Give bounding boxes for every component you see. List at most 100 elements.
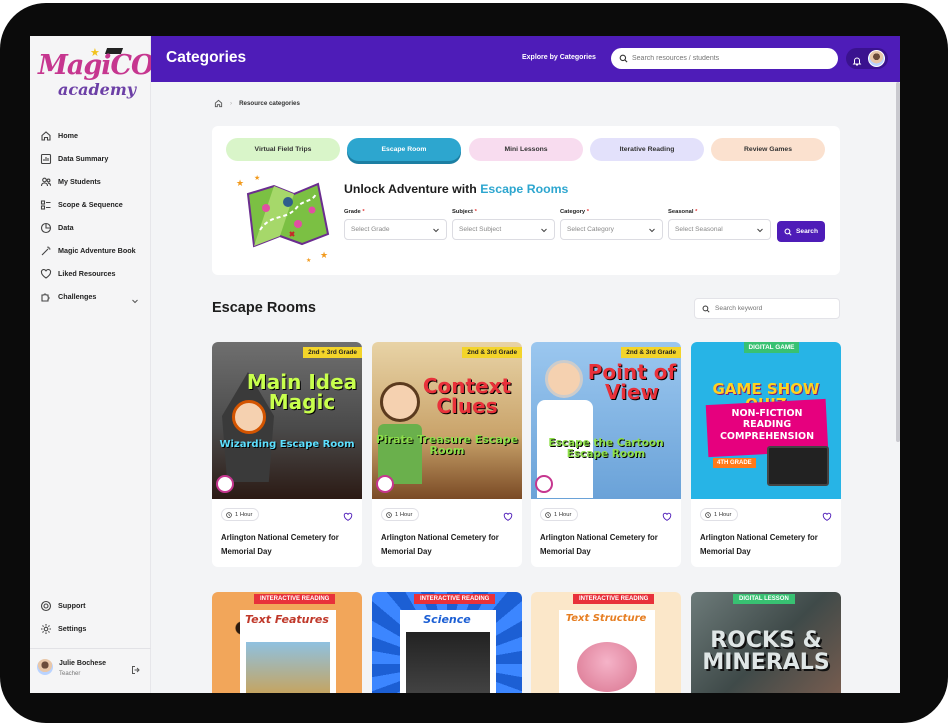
card-thumbnail: 2nd & 3rd Grade Context Clues Pirate Tre… [372,342,522,499]
sidebar-item-my-students[interactable]: My Students [30,170,151,193]
thumb-title: ROCKS & MINERALS [702,628,830,675]
sidebar-item-scope-sequence[interactable]: Scope & Sequence [30,193,151,216]
subject-select[interactable]: Select Subject [452,219,555,240]
tab-mini-lessons[interactable]: Mini Lessons [469,138,583,161]
grade-badge: 2nd & 3rd Grade [462,347,522,358]
chevron-down-icon [649,228,655,233]
duration-badge: 1 Hour [221,508,260,521]
sidebar-item-label: Scope & Sequence [58,200,123,209]
sidebar-item-label: Settings [58,624,87,633]
scrollbar[interactable] [896,82,900,442]
card-title: Arlington National Cemetery for Memorial… [700,533,818,556]
sidebar-bottom-nav: Support Settings [30,594,151,640]
resource-card[interactable]: INTERACTIVE READING Science [372,592,522,693]
home-icon[interactable] [214,99,223,108]
card-title: Arlington National Cemetery for Memorial… [381,533,499,556]
brand-badge [216,475,234,493]
resource-card[interactable]: 2nd & 3rd Grade Point of View Escape the… [531,342,681,567]
sidebar-item-label: Data Summary [58,154,109,163]
thumb-subtitle: NON-FICTION READING COMPREHENSION [719,408,815,442]
sidebar-item-data[interactable]: Data [30,216,151,239]
resource-card[interactable]: DIGITAL LESSON ROCKS & MINERALS [691,592,841,693]
grade-select[interactable]: Select Grade [344,219,447,240]
user-role: Teacher [59,671,81,677]
thumb-title: Point of View [587,360,677,404]
avatar[interactable] [868,50,885,67]
sidebar-item-label: Magic Adventure Book [58,246,136,255]
search-input[interactable] [632,55,822,62]
clock-icon [386,511,392,518]
resource-card[interactable]: 2nd & 3rd Grade Context Clues Pirate Tre… [372,342,522,567]
search-button[interactable]: Search [777,221,825,242]
duration-badge: 1 Hour [700,508,739,521]
tab-escape-room[interactable]: Escape Room [347,138,461,161]
user-name: Julie Bochese [59,660,107,667]
heart-icon[interactable] [822,509,832,521]
avatar [37,659,53,675]
tablet-illustration [767,446,829,486]
thumb-subtitle: Wizarding Escape Room [219,439,355,450]
subject-filter: Subject * Select Subject [452,209,555,240]
thumb-title: Text Features [245,613,329,626]
heart-icon[interactable] [662,509,672,521]
heart-icon[interactable] [343,509,353,521]
explore-categories-link[interactable]: Explore by Categories [522,54,596,61]
grade-filter: Grade * Select Grade [344,209,447,240]
sidebar-item-challenges[interactable]: Challenges [30,285,151,308]
ice-cream-photo [577,642,637,692]
resource-card[interactable]: INTERACTIVE READING Text Structure [531,592,681,693]
filter-panel: Virtual Field Trips Escape Room Mini Les… [212,126,840,275]
app-logo[interactable]: ★ MagiCORE academy [36,44,196,104]
svg-text:★: ★ [236,178,244,188]
seasonal-label: Seasonal * [668,209,698,215]
digital-game-badge: DIGITAL GAME [743,342,800,353]
tab-iterative-reading[interactable]: Iterative Reading [590,138,704,161]
resource-card[interactable]: 2nd + 3rd Grade Main Idea Magic Wizardin… [212,342,362,567]
tab-review-games[interactable]: Review Games [711,138,825,161]
chevron-down-icon[interactable] [131,292,139,304]
interactive-reading-tag: INTERACTIVE READING [414,594,496,604]
card-thumbnail: 2nd & 3rd Grade Point of View Escape the… [531,342,681,499]
logo-sub: academy [58,80,137,99]
scientist-face [545,360,583,398]
tab-virtual-field-trips[interactable]: Virtual Field Trips [226,138,340,161]
headline-accent: Escape Rooms [480,182,569,196]
bell-icon[interactable] [852,53,862,66]
top-header: Categories Explore by Categories [151,36,900,82]
grade-badge: 4TH GRADE [713,458,756,468]
search-button-label: Search [796,228,818,235]
sidebar-item-magic-adventure-book[interactable]: Magic Adventure Book [30,239,151,262]
interactive-reading-tag: INTERACTIVE READING [254,594,336,604]
sidebar-item-label: Support [58,601,86,610]
keyword-input[interactable] [715,305,835,312]
sidebar-item-label: My Students [58,177,101,186]
sidebar-item-settings[interactable]: Settings [30,617,151,640]
sidebar-item-support[interactable]: Support [30,594,151,617]
sidebar-item-liked-resources[interactable]: Liked Resources [30,262,151,285]
search-icon [702,305,710,313]
support-icon [40,600,52,612]
card-title: Arlington National Cemetery for Memorial… [540,533,658,556]
sidebar: ★ MagiCORE academy Home Data Summary My … [30,36,196,693]
page-title: Categories [166,49,247,66]
heart-icon[interactable] [503,509,513,521]
digital-lesson-tag: DIGITAL LESSON [733,594,795,604]
keyword-search[interactable] [694,298,840,319]
resource-card[interactable]: INTERACTIVE READING Text Features [212,592,362,693]
resource-card[interactable]: DIGITAL GAME GAME SHOW QUIZ NON-FICTION … [691,342,841,567]
sidebar-item-data-summary[interactable]: Data Summary [30,147,151,170]
global-search[interactable] [611,48,838,69]
interactive-reading-tag: INTERACTIVE READING [573,594,655,604]
seasonal-select[interactable]: Select Seasonal [668,219,771,240]
sidebar-item-label: Home [58,131,78,140]
svg-text:★: ★ [320,250,328,260]
sidebar-item-home[interactable]: Home [30,124,151,147]
chevron-down-icon [541,228,547,233]
category-select[interactable]: Select Category [560,219,663,240]
user-profile[interactable]: Julie Bochese Teacher [30,648,151,693]
bowling-photo [406,632,490,693]
breadcrumb-current: Resource categories [239,100,300,107]
subject-label: Subject * [452,209,477,215]
panel-headline: Unlock Adventure with Escape Rooms [344,182,568,196]
logout-icon[interactable] [131,662,141,674]
